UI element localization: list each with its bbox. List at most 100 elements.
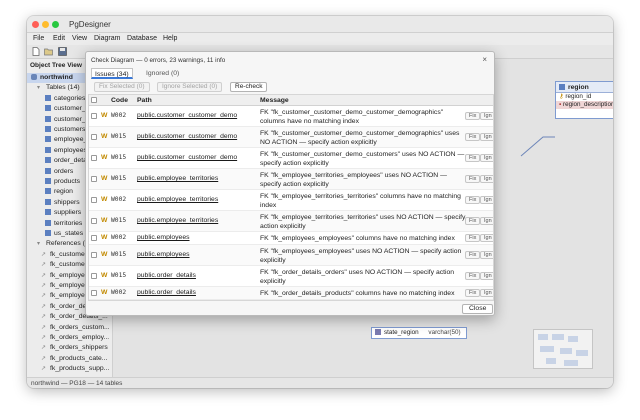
tree-item[interactable]: employee_t (45, 135, 89, 145)
row-checkbox[interactable] (91, 155, 97, 161)
entity-region[interactable]: region ⚷ region_id smalli ▪ region_descr… (555, 81, 613, 119)
ignore-selected-button[interactable]: Ignore Selected (0) (157, 82, 223, 92)
row-checkbox[interactable] (91, 197, 97, 203)
menu-file[interactable]: File (33, 35, 44, 42)
open-folder-icon[interactable] (44, 47, 53, 56)
tree-item[interactable]: categories (45, 94, 85, 104)
table-row[interactable]: W W002 public.employee_territories FK "fk_e… (89, 190, 493, 211)
issue-path-link[interactable]: public.employee_territories (137, 175, 218, 182)
column-header-path[interactable]: Path (137, 95, 152, 106)
fix-selected-button[interactable]: Fix Selected (0) (94, 82, 150, 92)
tree-item[interactable]: ↗ fk_custome (41, 260, 85, 270)
close-window-button[interactable] (32, 21, 39, 28)
row-checkbox[interactable] (91, 290, 97, 296)
tree-item[interactable]: ▾ Tables (14) (37, 83, 80, 93)
close-button[interactable]: Close (462, 304, 494, 314)
tree-item[interactable]: region (45, 187, 73, 197)
zoom-window-button[interactable] (52, 21, 59, 28)
row-checkbox[interactable] (91, 273, 97, 279)
row-fix-button[interactable]: Fix (465, 217, 481, 225)
menu-view[interactable]: View (72, 35, 87, 42)
tree-item[interactable]: us_states (45, 229, 83, 239)
menu-edit[interactable]: Edit (53, 35, 65, 42)
row-fix-button[interactable]: Fix (465, 175, 481, 183)
tree-item[interactable]: suppliers (45, 208, 81, 218)
row-ignore-button[interactable]: Ign (480, 217, 493, 225)
tree-item[interactable]: ↗ fk_orders_employ... (41, 333, 109, 343)
tree-item[interactable]: customers (45, 125, 85, 135)
tab-ignored[interactable]: Ignored (0) (143, 68, 182, 79)
row-checkbox[interactable] (91, 113, 97, 119)
row-ignore-button[interactable]: Ign (480, 112, 493, 120)
tree-item[interactable]: ↗ fk_employe (41, 291, 85, 301)
select-all-checkbox[interactable] (91, 97, 97, 103)
tree-item[interactable]: customer_c (45, 104, 89, 114)
menu-database[interactable]: Database (127, 35, 157, 42)
diagram-minimap[interactable] (533, 329, 593, 369)
tree-item[interactable]: shippers (45, 198, 80, 208)
row-ignore-button[interactable]: Ign (480, 133, 493, 141)
issue-path-link[interactable]: public.order_details (137, 289, 196, 296)
row-ignore-button[interactable]: Ign (480, 175, 493, 183)
tree-item[interactable]: ↗ fk_orders_custom... (41, 323, 110, 333)
tree-item[interactable]: orders (45, 167, 73, 177)
issue-path-link[interactable]: public.customer_customer_demo (137, 112, 237, 119)
minimize-window-button[interactable] (42, 21, 49, 28)
tree-item[interactable]: ↗ fk_products_cate... (41, 354, 107, 364)
row-ignore-button[interactable]: Ign (480, 289, 493, 297)
row-checkbox[interactable] (91, 218, 97, 224)
row-fix-button[interactable]: Fix (465, 289, 481, 297)
issue-path-link[interactable]: public.employees (137, 234, 190, 241)
column-header-message[interactable]: Message (260, 95, 289, 106)
table-row[interactable]: W W002 public.order_details FK "fk_order_de… (89, 287, 493, 300)
row-ignore-button[interactable]: Ign (480, 251, 493, 259)
row-ignore-button[interactable]: Ign (480, 272, 493, 280)
table-row[interactable]: W W015 public.customer_customer_demo FK "fk… (89, 148, 493, 169)
entity-us-states-fragment[interactable]: state_region varchar(50) (371, 327, 467, 339)
new-file-icon[interactable] (31, 47, 40, 56)
issue-path-link[interactable]: public.employee_territories (137, 217, 218, 224)
tree-item[interactable]: ↗ fk_employe (41, 271, 85, 281)
row-ignore-button[interactable]: Ign (480, 154, 493, 162)
column-header-code[interactable]: Code (111, 95, 128, 106)
table-row[interactable]: W W015 public.employees FK "fk_employees_em… (89, 245, 493, 266)
row-ignore-button[interactable]: Ign (480, 234, 493, 242)
tree-item[interactable]: ↗ fk_custome (41, 250, 85, 260)
menu-diagram[interactable]: Diagram (94, 35, 120, 42)
tree-item[interactable]: ↗ fk_employe (41, 281, 85, 291)
row-fix-button[interactable]: Fix (465, 251, 481, 259)
issue-path-link[interactable]: public.employee_territories (137, 196, 218, 203)
row-fix-button[interactable]: Fix (465, 112, 481, 120)
issue-path-link[interactable]: public.customer_customer_demo (137, 154, 237, 161)
tree-item[interactable]: ▾ References ( (37, 239, 85, 249)
tree-item[interactable]: ↗ fk_products_supp... (41, 364, 109, 374)
tree-item[interactable]: employees (45, 146, 87, 156)
tree-item[interactable]: products (45, 177, 80, 187)
table-row[interactable]: W W015 public.employee_territories FK "fk_e… (89, 211, 493, 232)
row-fix-button[interactable]: Fix (465, 154, 481, 162)
table-row[interactable]: W W002 public.employees FK "fk_employees_em… (89, 232, 493, 245)
table-row[interactable]: W W015 public.customer_customer_demo FK "fk… (89, 127, 493, 148)
tree-item[interactable]: ↗ fk_order_de (41, 302, 86, 312)
tab-issues[interactable]: Issues (34) (91, 68, 133, 79)
row-fix-button[interactable]: Fix (465, 133, 481, 141)
row-ignore-button[interactable]: Ign (480, 196, 493, 204)
table-row[interactable]: W W015 public.employee_territories FK "fk_e… (89, 169, 493, 190)
tree-item[interactable]: order_detai (45, 156, 88, 166)
row-fix-button[interactable]: Fix (465, 234, 481, 242)
save-icon[interactable] (58, 47, 67, 56)
row-checkbox[interactable] (91, 176, 97, 182)
row-checkbox[interactable] (91, 134, 97, 140)
row-fix-button[interactable]: Fix (465, 272, 481, 280)
tree-item[interactable]: territories (45, 219, 82, 229)
tree-item[interactable]: ↗ fk_orders_shippers (41, 343, 108, 353)
tree-item[interactable]: customer_d (45, 115, 90, 125)
close-icon[interactable]: × (482, 55, 487, 64)
table-row[interactable]: W W002 public.customer_customer_demo FK "fk… (89, 106, 493, 127)
issue-path-link[interactable]: public.customer_customer_demo (137, 133, 237, 140)
row-checkbox[interactable] (91, 235, 97, 241)
recheck-button[interactable]: Re-check (230, 82, 268, 92)
table-row[interactable]: W W015 public.order_details FK "fk_order_de… (89, 266, 493, 287)
row-fix-button[interactable]: Fix (465, 196, 481, 204)
row-checkbox[interactable] (91, 252, 97, 258)
